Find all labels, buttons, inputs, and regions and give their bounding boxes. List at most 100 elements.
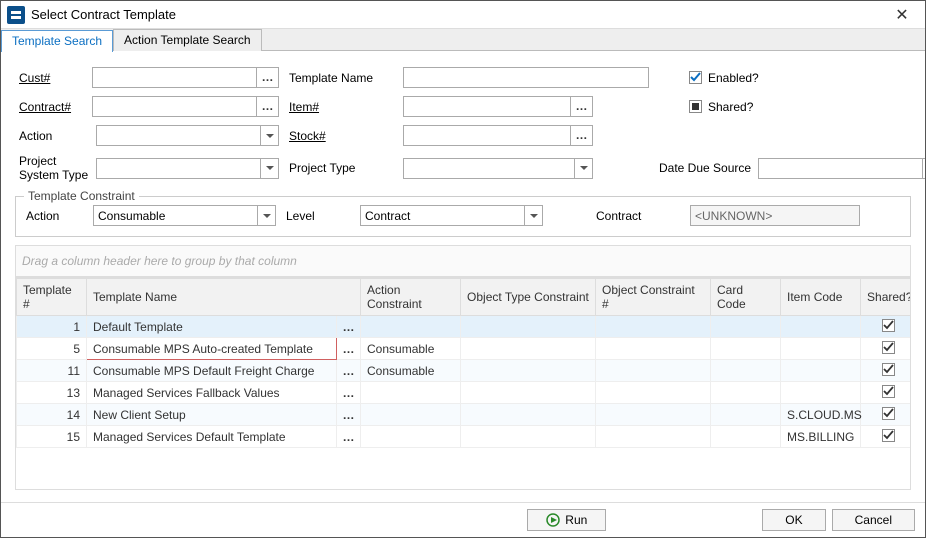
- grid-group-panel[interactable]: Drag a column header here to group by th…: [15, 245, 911, 277]
- contract-lookup[interactable]: …: [92, 96, 279, 117]
- cell-template-num: 11: [17, 360, 87, 382]
- col-object-type-constraint[interactable]: Object Type Constraint: [461, 279, 596, 316]
- cell-template-name: Managed Services Default Template: [87, 426, 337, 448]
- cell-template-name: Managed Services Fallback Values: [87, 382, 337, 404]
- col-object-constraint-num[interactable]: Object Constraint #: [596, 279, 711, 316]
- cell-shared[interactable]: [861, 316, 911, 338]
- table-row[interactable]: 11Consumable MPS Default Freight Charge……: [17, 360, 912, 382]
- col-card-code[interactable]: Card Code: [711, 279, 781, 316]
- cell-object-constraint-num: [596, 426, 711, 448]
- cell-item-code: [781, 316, 861, 338]
- col-item-code[interactable]: Item Code: [781, 279, 861, 316]
- template-name-input[interactable]: [404, 71, 648, 85]
- cell-object-constraint-num: [596, 404, 711, 426]
- label-date-due-source: Date Due Source: [659, 161, 754, 175]
- constraint-contract-display: [690, 205, 860, 226]
- table-row[interactable]: 14New Client Setup…S.CLOUD.MS: [17, 404, 912, 426]
- constraint-level-input[interactable]: [361, 209, 524, 223]
- proj-type-dropdown-button[interactable]: [574, 159, 592, 178]
- proj-type-select[interactable]: [403, 158, 593, 179]
- cust-lookup[interactable]: …: [92, 67, 279, 88]
- constraint-level-dropdown-button[interactable]: [524, 206, 542, 225]
- cell-shared[interactable]: [861, 360, 911, 382]
- cell-shared[interactable]: [861, 404, 911, 426]
- col-template-name[interactable]: Template Name: [87, 279, 361, 316]
- cell-action-constraint: [361, 426, 461, 448]
- search-form: Cust# … Template Name Enabled? Contract#: [15, 61, 911, 192]
- table-row[interactable]: 15Managed Services Default Template…MS.B…: [17, 426, 912, 448]
- cust-browse-button[interactable]: …: [256, 68, 278, 87]
- label-contract: Contract#: [19, 100, 88, 114]
- cell-shared[interactable]: [861, 338, 911, 360]
- constraint-action-dropdown-button[interactable]: [257, 206, 275, 225]
- label-constraint-contract: Contract: [596, 209, 686, 223]
- proj-sys-type-dropdown-button[interactable]: [260, 159, 278, 178]
- row-browse-button[interactable]: …: [337, 404, 361, 426]
- titlebar: Select Contract Template ✕: [1, 1, 925, 29]
- stock-lookup[interactable]: …: [403, 125, 593, 146]
- grid-header-row: Template # Template Name Action Constrai…: [17, 279, 912, 316]
- cell-template-num: 13: [17, 382, 87, 404]
- date-due-source-select[interactable]: [758, 158, 925, 179]
- cell-object-type-constraint: [461, 316, 596, 338]
- table-row[interactable]: 13Managed Services Fallback Values…: [17, 382, 912, 404]
- proj-type-input[interactable]: [404, 161, 574, 175]
- proj-sys-type-input[interactable]: [97, 161, 260, 175]
- enabled-checkbox[interactable]: [689, 71, 702, 84]
- cell-shared[interactable]: [861, 382, 911, 404]
- tab-action-template-search[interactable]: Action Template Search: [113, 29, 262, 51]
- row-browse-button[interactable]: …: [337, 360, 361, 382]
- run-button[interactable]: Run: [527, 509, 606, 531]
- cell-object-type-constraint: [461, 382, 596, 404]
- action-dropdown-button[interactable]: [260, 126, 278, 145]
- item-browse-button[interactable]: …: [570, 97, 592, 116]
- label-constraint-level: Level: [286, 209, 356, 223]
- cell-card-code: [711, 382, 781, 404]
- cell-card-code: [711, 338, 781, 360]
- ok-button[interactable]: OK: [762, 509, 825, 531]
- cell-object-type-constraint: [461, 426, 596, 448]
- dialog-select-contract-template: Select Contract Template ✕ Template Sear…: [0, 0, 926, 538]
- col-action-constraint[interactable]: Action Constraint: [361, 279, 461, 316]
- row-browse-button[interactable]: …: [337, 338, 361, 360]
- col-template-num[interactable]: Template #: [17, 279, 87, 316]
- stock-input[interactable]: [404, 129, 570, 143]
- cell-template-name: Default Template: [87, 316, 337, 338]
- tab-template-search[interactable]: Template Search: [1, 30, 113, 52]
- row-browse-button[interactable]: …: [337, 426, 361, 448]
- item-input[interactable]: [404, 100, 570, 114]
- constraint-action-input[interactable]: [94, 209, 257, 223]
- template-constraint-group: Template Constraint Action Level: [15, 196, 911, 237]
- cell-card-code: [711, 360, 781, 382]
- action-input[interactable]: [97, 129, 260, 143]
- cell-template-name: Consumable MPS Default Freight Charge: [87, 360, 337, 382]
- col-shared[interactable]: Shared?: [861, 279, 911, 316]
- cell-template-name: Consumable MPS Auto-created Template: [87, 338, 337, 360]
- constraint-legend: Template Constraint: [24, 189, 139, 203]
- cell-item-code: [781, 382, 861, 404]
- constraint-action-select[interactable]: [93, 205, 276, 226]
- row-browse-button[interactable]: …: [337, 382, 361, 404]
- cancel-button[interactable]: Cancel: [832, 509, 915, 531]
- item-lookup[interactable]: …: [403, 96, 593, 117]
- contract-input[interactable]: [93, 100, 256, 114]
- close-button[interactable]: ✕: [885, 5, 919, 25]
- stock-browse-button[interactable]: …: [570, 126, 592, 145]
- cell-shared[interactable]: [861, 426, 911, 448]
- app-icon: [7, 6, 25, 24]
- action-select[interactable]: [96, 125, 279, 146]
- date-due-source-dropdown-button[interactable]: [922, 159, 925, 178]
- table-row[interactable]: 1Default Template…: [17, 316, 912, 338]
- cell-object-type-constraint: [461, 404, 596, 426]
- constraint-level-select[interactable]: [360, 205, 543, 226]
- proj-sys-type-select[interactable]: [96, 158, 279, 179]
- cell-object-type-constraint: [461, 360, 596, 382]
- cust-input[interactable]: [93, 71, 256, 85]
- date-due-source-input[interactable]: [759, 161, 922, 175]
- table-row[interactable]: 5Consumable MPS Auto-created Template…Co…: [17, 338, 912, 360]
- row-browse-button[interactable]: …: [337, 316, 361, 338]
- contract-browse-button[interactable]: …: [256, 97, 278, 116]
- label-template-name: Template Name: [289, 71, 399, 85]
- shared-checkbox[interactable]: [689, 100, 702, 113]
- cell-object-constraint-num: [596, 360, 711, 382]
